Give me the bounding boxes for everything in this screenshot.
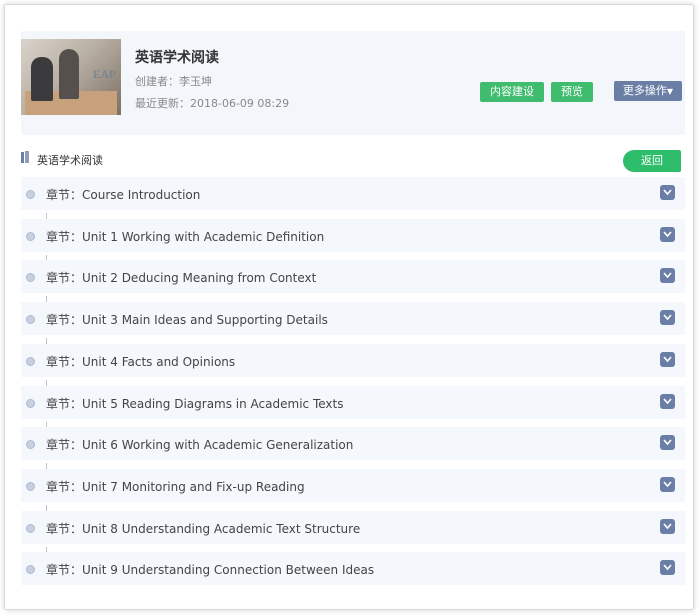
chevron-down-icon[interactable]: [660, 394, 675, 409]
chapter-row[interactable]: 章节：Course Introduction: [21, 177, 685, 210]
chapter-label: 章节：Course Introduction: [46, 188, 201, 202]
course-title: 英语学术阅读: [135, 50, 219, 66]
chapter-row[interactable]: 章节：Unit 8 Understanding Academic Text St…: [21, 511, 685, 544]
chapter-label: 章节：Unit 3 Main Ideas and Supporting Deta…: [46, 313, 328, 327]
chapter-row[interactable]: 章节：Unit 1 Working with Academic Definiti…: [21, 219, 685, 252]
chapter-label: 章节：Unit 7 Monitoring and Fix-up Reading: [46, 480, 305, 494]
chapter-row[interactable]: 章节：Unit 7 Monitoring and Fix-up Reading: [21, 469, 685, 502]
chapter-bullet-icon: [26, 273, 35, 282]
chapter-bullet-icon: [26, 440, 35, 449]
chevron-down-icon[interactable]: [660, 310, 675, 325]
more-actions-button[interactable]: 更多操作▼: [614, 81, 682, 101]
course-header-card: EAP 英语学术阅读 创建者：李玉坤 最近更新：2018-06-09 08:29…: [21, 31, 685, 135]
chapter-bullet-icon: [26, 232, 35, 241]
section-title: 英语学术阅读: [37, 154, 103, 167]
course-thumbnail[interactable]: EAP: [21, 39, 121, 115]
preview-button[interactable]: 预览: [551, 82, 593, 102]
chapter-row[interactable]: 章节：Unit 4 Facts and Opinions: [21, 344, 685, 377]
chapter-row[interactable]: 章节：Unit 5 Reading Diagrams in Academic T…: [21, 386, 685, 419]
chapter-bullet-icon: [26, 482, 35, 491]
course-updated-time: 最近更新：2018-06-09 08:29: [135, 97, 290, 110]
chapter-row[interactable]: 章节：Unit 2 Deducing Meaning from Context: [21, 260, 685, 293]
chevron-down-icon: ▼: [666, 87, 674, 96]
chapter-row[interactable]: 章节：Unit 3 Main Ideas and Supporting Deta…: [21, 302, 685, 335]
chapter-bullet-icon: [26, 357, 35, 366]
chevron-down-icon[interactable]: [660, 519, 675, 534]
course-page: EAP 英语学术阅读 创建者：李玉坤 最近更新：2018-06-09 08:29…: [4, 4, 694, 610]
chapter-label: 章节：Unit 2 Deducing Meaning from Context: [46, 271, 317, 285]
more-actions-label: 更多操作: [622, 84, 667, 97]
chapter-bullet-icon: [26, 399, 35, 408]
content-build-button[interactable]: 内容建设: [480, 82, 544, 102]
chapter-row[interactable]: 章节：Unit 9 Understanding Connection Betwe…: [21, 552, 685, 585]
chevron-down-icon[interactable]: [660, 185, 675, 200]
chevron-down-icon[interactable]: [660, 352, 675, 367]
chevron-down-icon[interactable]: [660, 435, 675, 450]
chapter-label: 章节：Unit 1 Working with Academic Definiti…: [46, 230, 325, 244]
chapter-label: 章节：Unit 9 Understanding Connection Betwe…: [46, 563, 375, 577]
book-icon: [21, 151, 29, 163]
chapter-bullet-icon: [26, 524, 35, 533]
thumbnail-text: EAP: [93, 67, 116, 81]
chapter-bullet-icon: [26, 565, 35, 574]
chapter-bullet-icon: [26, 190, 35, 199]
chapter-label: 章节：Unit 6 Working with Academic Generali…: [46, 438, 354, 452]
chapter-label: 章节：Unit 4 Facts and Opinions: [46, 355, 236, 369]
chevron-down-icon[interactable]: [660, 268, 675, 283]
chevron-down-icon[interactable]: [660, 560, 675, 575]
chapter-label: 章节：Unit 8 Understanding Academic Text St…: [46, 522, 361, 536]
chevron-down-icon[interactable]: [660, 227, 675, 242]
chapter-label: 章节：Unit 5 Reading Diagrams in Academic T…: [46, 397, 344, 411]
chevron-down-icon[interactable]: [660, 477, 675, 492]
back-button[interactable]: 返回: [623, 150, 681, 172]
chapter-row[interactable]: 章节：Unit 6 Working with Academic Generali…: [21, 427, 685, 460]
course-creator: 创建者：李玉坤: [135, 75, 212, 88]
chapter-bullet-icon: [26, 315, 35, 324]
